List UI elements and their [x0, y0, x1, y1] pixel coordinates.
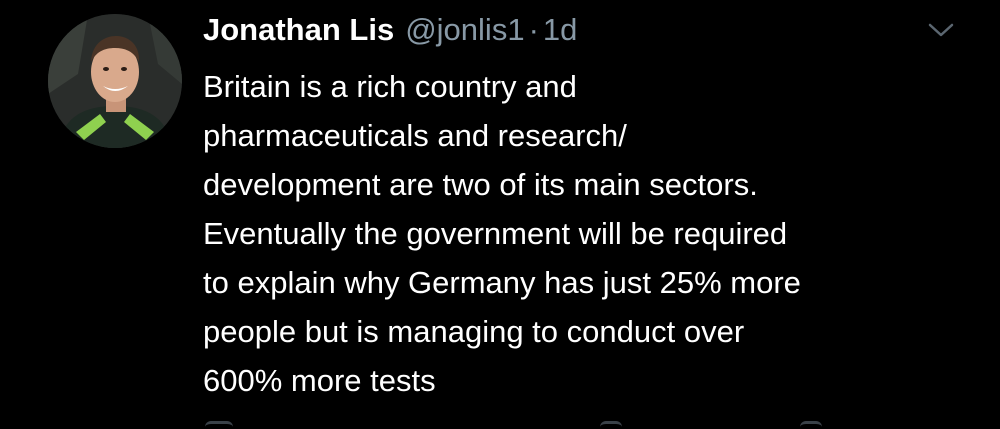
tweet-text-line: Britain is a rich country and: [203, 69, 577, 104]
share-icon[interactable]: [800, 421, 822, 429]
tweet-header: Jonathan Lis @jonlis1 · 1d: [203, 12, 983, 54]
reply-icon[interactable]: [205, 421, 233, 429]
avatar[interactable]: [48, 14, 182, 148]
like-icon[interactable]: [600, 421, 622, 429]
chevron-down-icon[interactable]: [928, 22, 954, 38]
tweet-content: Jonathan Lis @jonlis1 · 1d Britain is a …: [203, 12, 983, 405]
tweet-text-line: development are two of its main sectors.: [203, 167, 758, 202]
tweet-text-line: pharmaceuticals and research/: [203, 118, 627, 153]
user-handle[interactable]: @jonlis1: [405, 12, 524, 48]
tweet-card[interactable]: Jonathan Lis @jonlis1 · 1d Britain is a …: [0, 0, 1000, 429]
tweet-text-line: to explain why Germany has just 25% more: [203, 265, 801, 300]
tweet-text-line: 600% more tests: [203, 363, 436, 398]
separator-dot: ·: [528, 12, 539, 47]
tweet-text: Britain is a rich country and pharmaceut…: [203, 62, 983, 405]
timestamp[interactable]: 1d: [543, 12, 577, 48]
avatar-photo: [48, 14, 182, 148]
tweet-text-line: Eventually the government will be requir…: [203, 216, 788, 251]
display-name[interactable]: Jonathan Lis: [203, 12, 394, 48]
tweet-text-line: people but is managing to conduct over: [203, 314, 745, 349]
